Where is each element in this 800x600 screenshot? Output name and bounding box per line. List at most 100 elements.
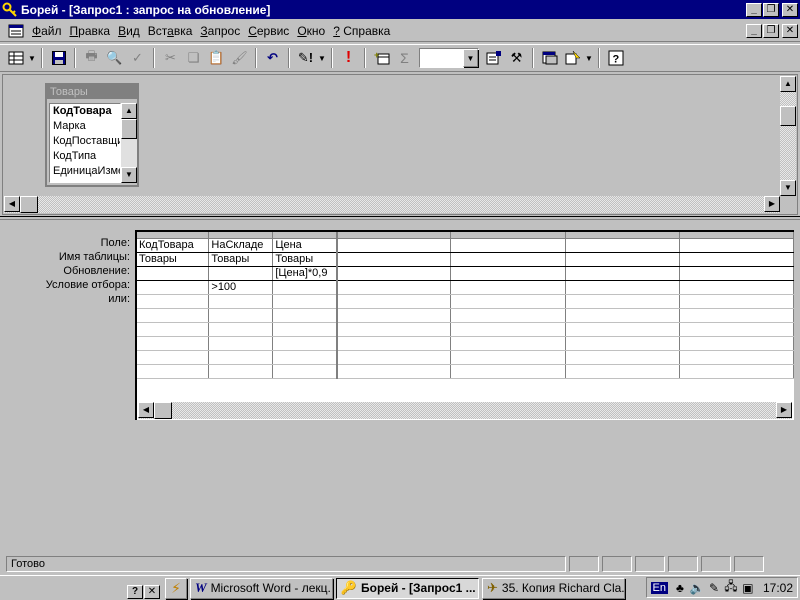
grid-cell-field[interactable] [450,238,566,253]
menu-file[interactable]: Файл [28,24,66,38]
run-icon[interactable]: ! [337,47,360,69]
grid-cell-table[interactable] [450,252,566,267]
field-list-caption[interactable]: Товары [47,85,137,99]
view-dropdown-icon[interactable]: ▼ [27,47,37,69]
grid-cell[interactable] [450,322,566,337]
grid-cell[interactable] [336,336,452,351]
taskbar-button-word[interactable]: W Microsoft Word - лекц... [190,577,333,599]
top-values-combo[interactable]: ▼ [419,48,479,68]
taskbar-button-access[interactable]: 🔑 Борей - [Запрос1 ... [336,577,479,599]
query-type-icon[interactable]: ✎! [294,47,317,69]
show-table-icon[interactable]: + [370,47,393,69]
grid-cell[interactable] [336,322,452,337]
grid-cell-criteria[interactable] [565,280,680,295]
office-bar-close-button[interactable]: ✕ [144,585,160,599]
grid-cell[interactable] [565,308,680,323]
grid-cell[interactable] [336,308,452,323]
grid-cell-criteria[interactable] [272,280,338,295]
field-list[interactable]: КодТовара Марка КодПоставщика КодТипа Ед… [49,103,121,183]
grid-cell[interactable] [137,336,210,351]
query-design-grid[interactable]: КодТовара НаСкладе Цена Товары Товары То… [135,230,794,420]
grid-cell-or[interactable] [565,294,680,309]
grid-cell[interactable] [450,336,566,351]
grid-cell-update[interactable] [565,266,680,281]
maximize-button[interactable]: ❐ [763,2,779,17]
grid-cell[interactable] [272,336,338,351]
menu-window[interactable]: Окно [293,24,329,38]
grid-cell-table[interactable] [336,252,452,267]
grid-cell-criteria[interactable] [137,280,210,295]
grid-cell[interactable] [336,350,452,365]
grid-cell[interactable] [272,322,338,337]
doc-minimize-button[interactable]: _ [746,23,762,38]
build-icon[interactable]: ⚒ [505,47,528,69]
new-object-icon[interactable] [561,47,584,69]
grid-cell-field[interactable] [565,238,680,253]
field-list-item[interactable]: КодТипа [50,149,120,164]
database-window-icon[interactable] [538,47,561,69]
scroll-up-icon[interactable]: ▲ [121,103,137,119]
grid-cell[interactable] [208,336,274,351]
grid-cell[interactable] [565,336,680,351]
totals-icon[interactable]: Σ [393,47,416,69]
grid-cell-criteria[interactable] [679,280,794,295]
help-icon[interactable]: ? [604,47,627,69]
grid-cell-field[interactable]: Цена [272,238,338,253]
tray-tool-icon[interactable]: ✎ [706,580,722,596]
minimize-button[interactable]: _ [746,2,762,17]
grid-cell-table[interactable]: Товары [208,252,274,267]
quick-launch-icon[interactable]: ⚡ [165,577,187,599]
grid-cell-table[interactable]: Товары [137,252,210,267]
tray-network-icon[interactable]: 🖧 [723,579,739,596]
grid-cell[interactable] [137,350,210,365]
tables-pane-vscroll[interactable]: ▲ ▼ [780,76,796,196]
taskbar-clock[interactable]: 17:02 [763,581,793,595]
scroll-thumb[interactable] [20,196,38,213]
grid-cell[interactable] [137,364,210,379]
grid-cell-or[interactable] [208,294,274,309]
grid-cell[interactable] [450,364,566,379]
language-indicator[interactable]: En [650,581,668,594]
grid-cell-field[interactable] [679,238,794,253]
menu-query[interactable]: Запрос [196,24,244,38]
grid-cell-criteria[interactable]: >100 [208,280,274,295]
query-window-icon[interactable] [8,23,24,39]
grid-cell-table[interactable] [565,252,680,267]
scroll-thumb[interactable] [121,119,137,139]
menu-view[interactable]: Вид [114,24,144,38]
doc-close-button[interactable]: ✕ [782,23,798,38]
tables-pane-hscroll[interactable]: ◀ ▶ [4,196,780,213]
grid-cell-update[interactable] [450,266,566,281]
cut-icon[interactable]: ✂ [159,47,182,69]
grid-cell[interactable] [272,350,338,365]
grid-cell-criteria[interactable] [450,280,566,295]
new-object-dropdown-icon[interactable]: ▼ [584,47,594,69]
grid-cell-field[interactable] [336,238,452,253]
field-list-item[interactable]: КодТовара [50,104,120,119]
grid-cell-or[interactable] [336,294,452,309]
menu-insert[interactable]: Вставка [144,24,197,38]
grid-cell[interactable] [336,364,452,379]
top-values-dropdown-icon[interactable]: ▼ [463,49,478,67]
copy-icon[interactable]: ❏ [182,47,205,69]
grid-cell-or[interactable] [450,294,566,309]
tray-app-icon[interactable]: ♣ [672,580,688,596]
grid-cell-or[interactable] [272,294,338,309]
view-grid-icon[interactable] [4,47,27,69]
grid-cell-or[interactable] [137,294,210,309]
scroll-down-icon[interactable]: ▼ [121,167,137,183]
grid-cell-update[interactable] [336,266,452,281]
close-button[interactable]: ✕ [782,2,798,17]
scroll-down-icon[interactable]: ▼ [780,180,796,196]
menu-edit[interactable]: Правка [66,24,115,38]
properties-icon[interactable] [482,47,505,69]
grid-cell-field[interactable]: НаСкладе [208,238,274,253]
grid-cell-update[interactable] [679,266,794,281]
save-icon[interactable] [47,47,70,69]
grid-cell-update[interactable]: [Цена]*0,9 [272,266,338,281]
grid-cell-field[interactable]: КодТовара [137,238,210,253]
grid-cell[interactable] [208,350,274,365]
format-painter-icon[interactable]: 🖌 [228,47,251,69]
doc-restore-button[interactable]: ❐ [763,23,779,38]
scroll-thumb[interactable] [154,402,172,419]
